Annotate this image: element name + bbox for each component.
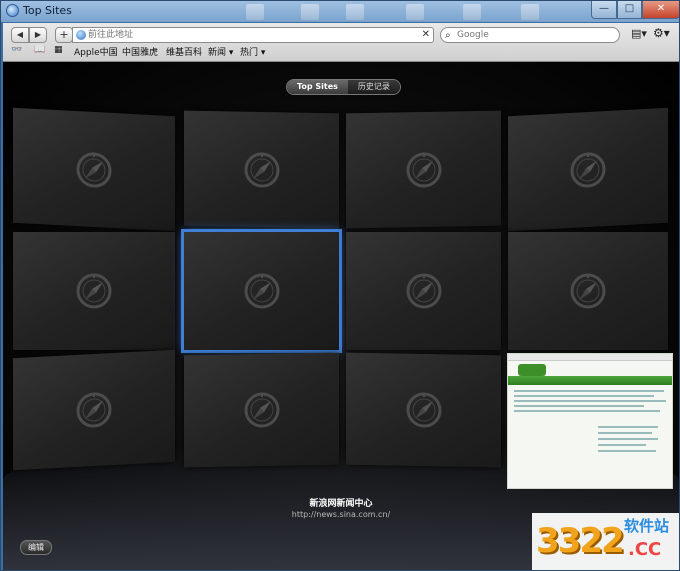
settings-gear-button[interactable]: ⚙▾ (653, 26, 670, 40)
safari-compass-icon (406, 392, 441, 428)
maximize-button[interactable]: □ (617, 1, 642, 19)
clear-address-icon[interactable]: ✕ (422, 28, 430, 42)
site-tile[interactable] (13, 349, 175, 471)
safari-app-icon (6, 4, 19, 17)
desktop-icon (406, 4, 424, 20)
globe-icon (76, 30, 86, 40)
safari-compass-icon (570, 273, 606, 309)
site-tile[interactable] (346, 232, 501, 350)
hover-site-title: 新浪网新闻中心 (309, 499, 373, 509)
desktop-icon (301, 4, 319, 20)
window-title: Top Sites (23, 4, 72, 17)
thumbnail-line (598, 438, 658, 440)
site-tile[interactable] (181, 229, 342, 353)
bookmark-news-menu[interactable]: 新闻 ▾ (208, 45, 233, 58)
watermark-number: 3322 (536, 521, 625, 561)
thumbnail-line (514, 400, 666, 402)
thumbnail-line (514, 390, 664, 392)
edit-button[interactable]: 编辑 (20, 540, 52, 555)
address-bar[interactable]: ✕ (72, 27, 434, 43)
top-sites-grid-icon[interactable]: ▦ (54, 45, 63, 55)
site-tile[interactable] (346, 352, 501, 468)
safari-compass-icon (76, 392, 112, 428)
thumbnail-line (514, 405, 644, 407)
site-tile[interactable] (346, 110, 501, 229)
page-menu-button[interactable]: ▤▾ (631, 27, 647, 40)
safari-compass-icon (244, 151, 279, 188)
title-bar: Top Sites — □ ✕ (1, 1, 679, 22)
watermark-logo: 3322 软件站 .CC (532, 513, 679, 570)
safari-compass-icon (570, 151, 606, 188)
site-thumbnail-sina[interactable] (507, 353, 673, 489)
tab-top-sites[interactable]: Top Sites (287, 80, 348, 94)
site-tile[interactable] (184, 110, 339, 229)
site-tile[interactable] (13, 232, 175, 350)
site-tile[interactable] (184, 352, 339, 468)
thumbnail-header (508, 354, 672, 361)
safari-compass-icon (76, 151, 112, 188)
watermark-text: 软件站 (624, 517, 670, 535)
safari-compass-icon (406, 273, 441, 309)
desktop-icon (521, 4, 539, 20)
thumbnail-nav (508, 376, 672, 385)
thumbnail-logo (518, 364, 546, 376)
thumbnail-line (598, 432, 652, 434)
toolbar: ◀ ▶ + ✕ ⌕ ▤▾ ⚙▾ 👓 📖 ▦ Apple中国 中国雅虎 维基百科 … (3, 23, 679, 62)
site-tile[interactable] (508, 232, 668, 350)
site-tile[interactable] (508, 107, 668, 232)
bookmarks-book-icon[interactable]: 📖 (34, 45, 45, 55)
thumbnail-line (514, 395, 654, 397)
thumbnail-line (598, 426, 658, 428)
thumbnail-line (598, 444, 646, 446)
thumbnail-line (514, 410, 660, 412)
safari-compass-icon (406, 151, 441, 188)
site-tile[interactable] (13, 107, 175, 232)
add-bookmark-button[interactable]: + (55, 27, 73, 43)
watermark-domain: .CC (628, 539, 662, 560)
bookmark-apple-china[interactable]: Apple中国 (74, 45, 118, 58)
reading-list-icon[interactable]: 👓 (11, 45, 22, 55)
forward-button[interactable]: ▶ (29, 27, 47, 43)
desktop-icon (346, 4, 364, 20)
close-button[interactable]: ✕ (642, 1, 679, 19)
tab-history[interactable]: 历史记录 (347, 80, 400, 94)
safari-compass-icon (244, 392, 279, 428)
safari-compass-icon (76, 273, 112, 309)
search-box[interactable]: ⌕ (440, 27, 620, 43)
bookmark-wikipedia[interactable]: 维基百科 (166, 45, 202, 58)
browser-window: Top Sites — □ ✕ ◀ ▶ + ✕ ⌕ ▤▾ ⚙▾ 👓 📖 ▦ Ap… (0, 0, 680, 571)
back-button[interactable]: ◀ (11, 27, 29, 43)
minimize-button[interactable]: — (591, 1, 617, 19)
desktop-icon (246, 4, 264, 20)
address-input[interactable] (88, 28, 408, 42)
view-switcher: Top Sites 历史记录 (286, 79, 401, 95)
search-input[interactable] (457, 28, 612, 42)
safari-compass-icon (244, 273, 279, 309)
bookmark-popular-menu[interactable]: 热门 ▾ (240, 45, 265, 58)
top-sites-view: Top Sites 历史记录 新浪网新闻中心 http://news.sina.… (3, 62, 679, 570)
search-icon: ⌕ (445, 30, 451, 41)
bookmark-yahoo-china[interactable]: 中国雅虎 (122, 45, 158, 58)
desktop-icon (463, 4, 481, 20)
thumbnail-line (598, 450, 656, 452)
